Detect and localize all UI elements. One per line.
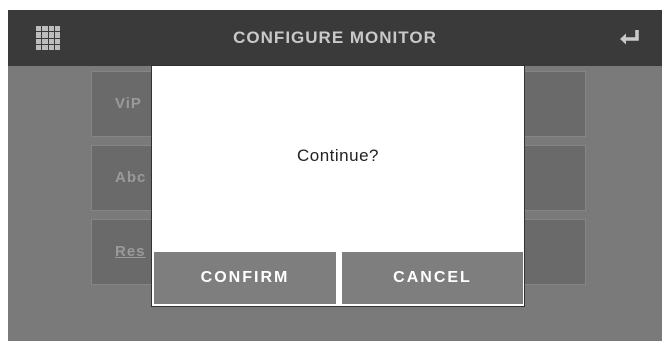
menu-item-label: ViP — [115, 95, 142, 112]
confirm-button[interactable]: CONFIRM — [154, 252, 336, 304]
return-arrow-icon[interactable] — [618, 28, 640, 46]
header-bar: CONFIGURE MONITOR — [8, 10, 662, 66]
dialog-message: Continue? — [296, 146, 379, 165]
menu-item-label: Res — [115, 243, 146, 260]
cancel-button[interactable]: CANCEL — [342, 252, 523, 304]
monitor-screen: CONFIGURE MONITOR ViP Abc Res Continue? … — [8, 10, 662, 341]
page-title: CONFIGURE MONITOR — [233, 28, 437, 47]
confirm-dialog: Continue? CONFIRM CANCEL — [151, 65, 525, 307]
menu-item-label: Abc — [115, 169, 147, 186]
